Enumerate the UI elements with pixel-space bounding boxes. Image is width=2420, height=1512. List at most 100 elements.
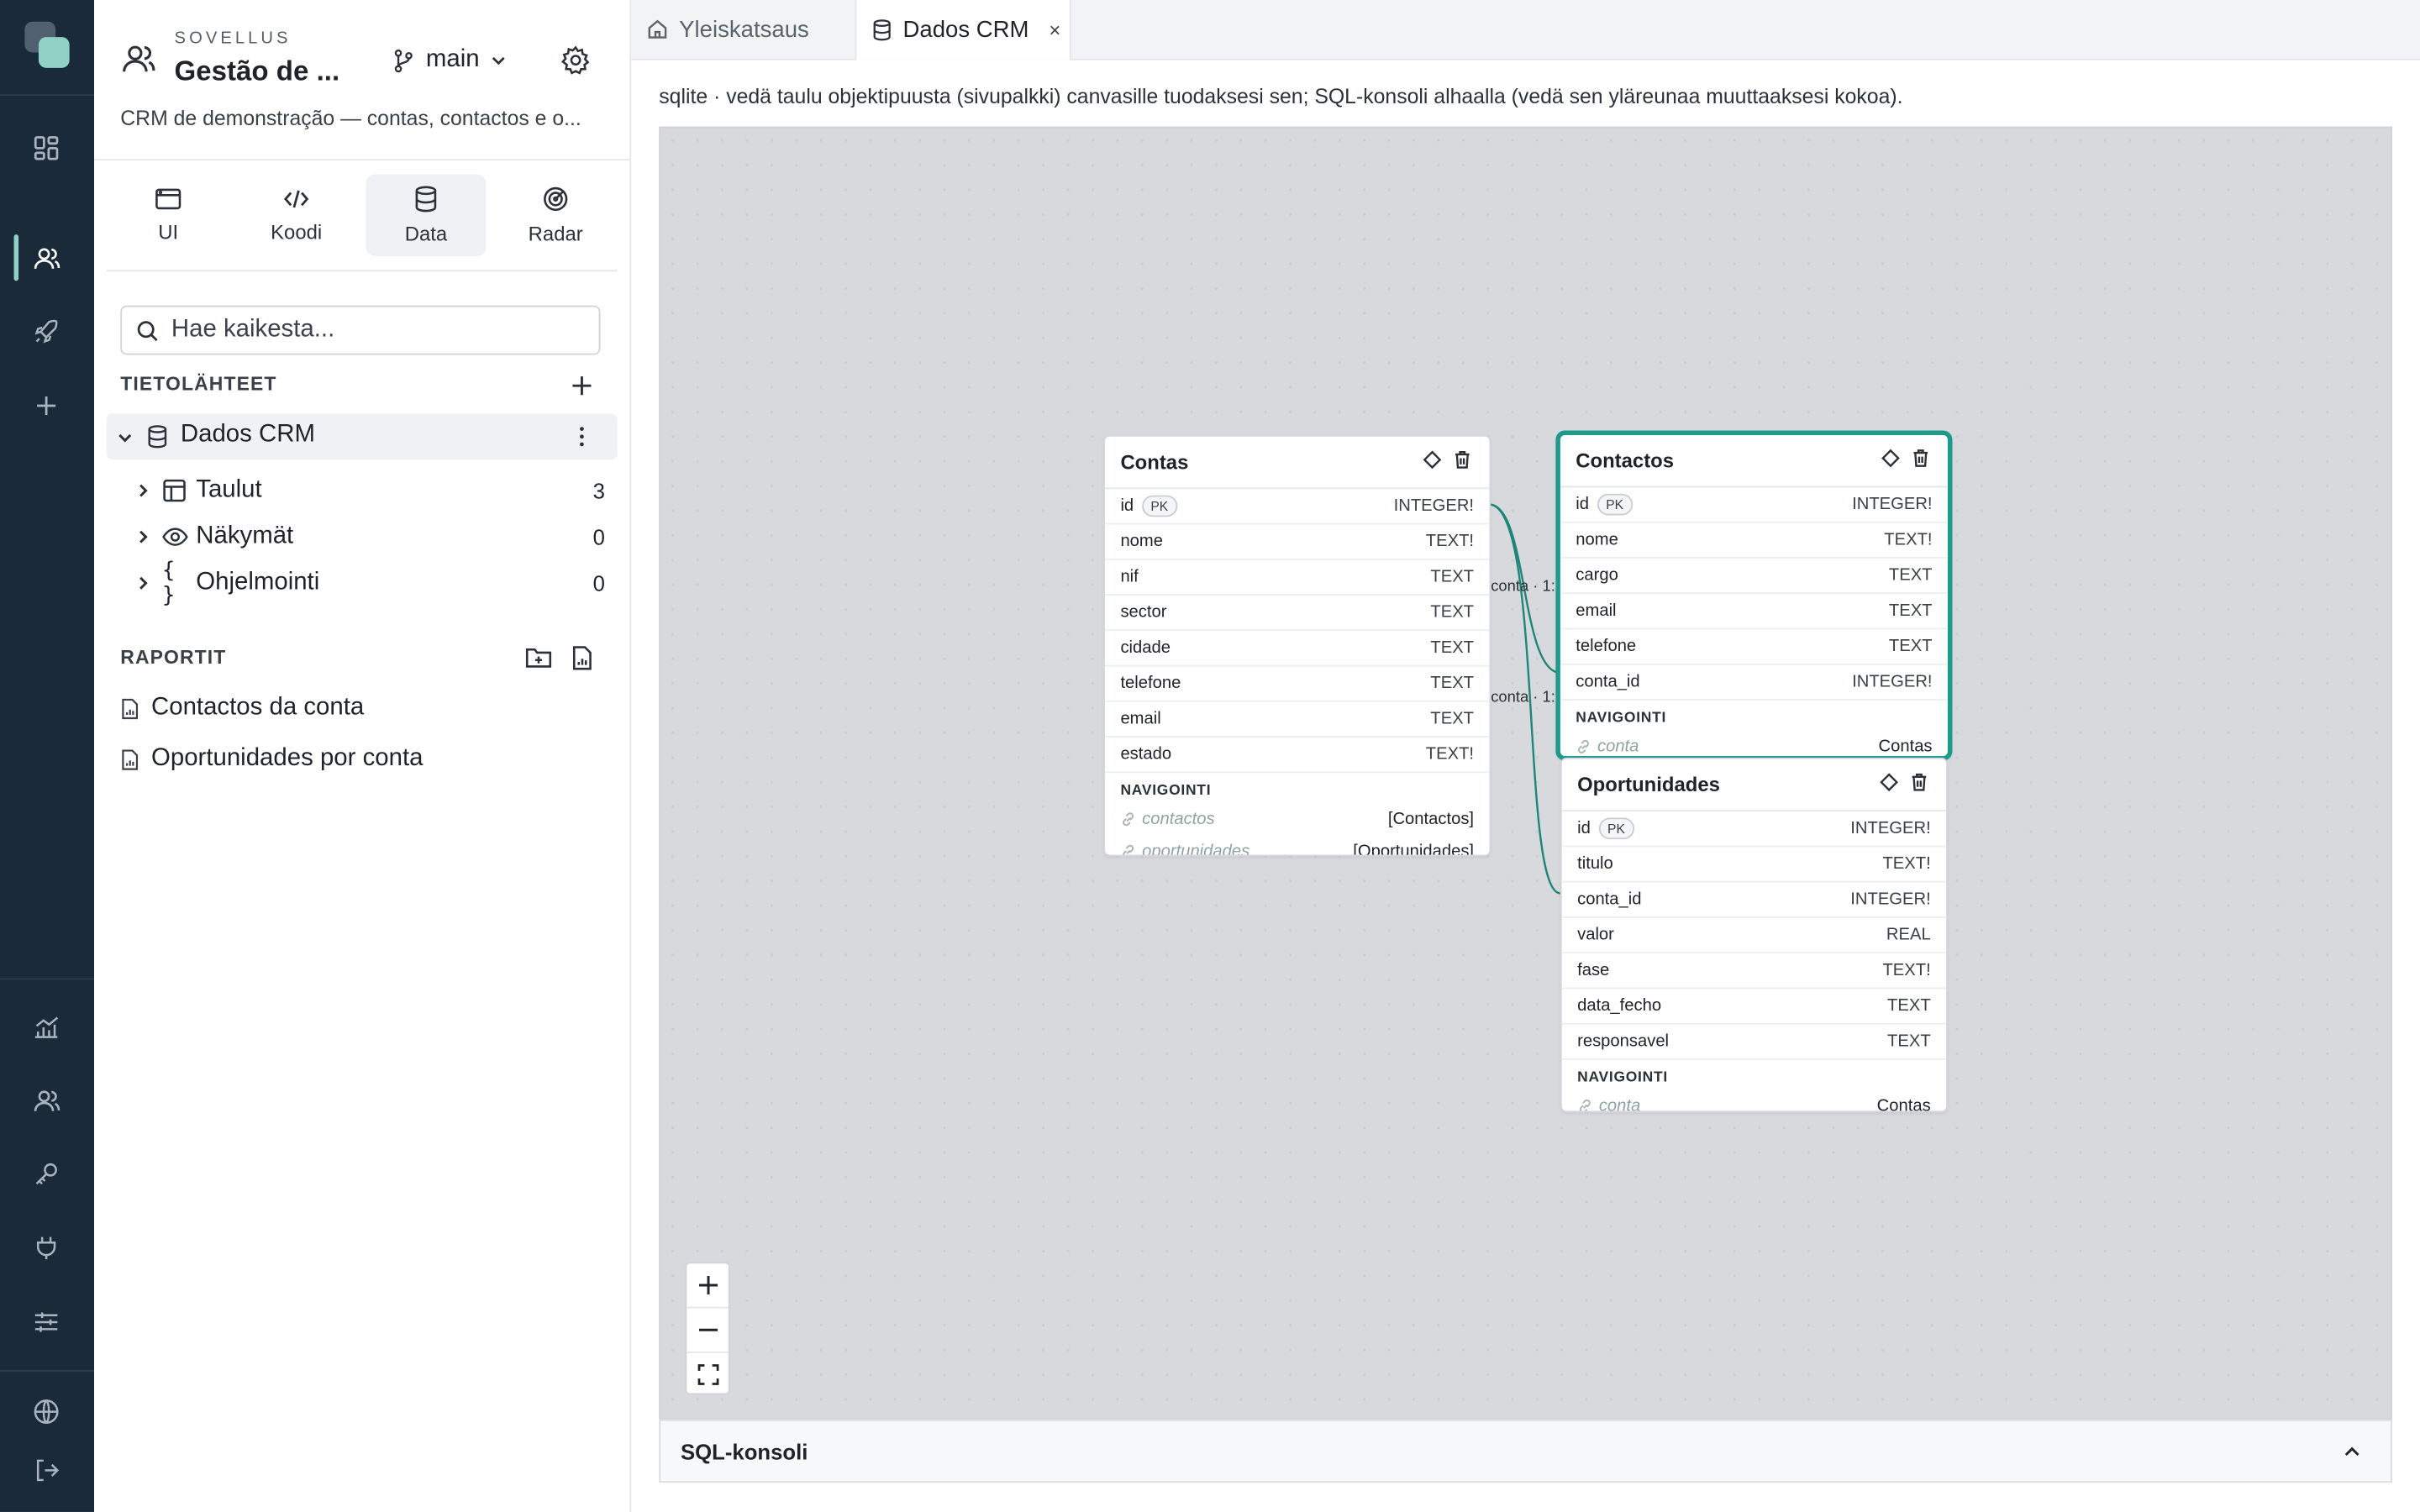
- sql-console-label: SQL-konsoli: [680, 1438, 808, 1464]
- column-row[interactable]: cidade TEXT: [1105, 631, 1490, 667]
- column-type: TEXT!: [1882, 854, 1931, 874]
- navigation-row[interactable]: oportunidades [Oportunidades]: [1105, 835, 1489, 857]
- column-row[interactable]: telefone TEXT: [1560, 629, 1948, 665]
- navigation-heading: NAVIGOINTI: [1120, 782, 1212, 800]
- column-type: TEXT: [1430, 674, 1475, 693]
- zoom-controls: [685, 1262, 730, 1396]
- column-type: INTEGER!: [1852, 672, 1933, 691]
- navigation-name: conta: [1597, 737, 1639, 756]
- column-name: telefone: [1120, 674, 1181, 693]
- navigation-target: [Oportunidades]: [1353, 841, 1475, 857]
- column-row[interactable]: estado TEXT!: [1105, 738, 1490, 774]
- column-row[interactable]: cargo TEXT: [1560, 559, 1948, 595]
- column-type: TEXT: [1887, 1032, 1931, 1051]
- column-name: cidade: [1120, 638, 1171, 658]
- column-type: INTEGER!: [1850, 819, 1931, 838]
- column-name: email: [1120, 709, 1161, 728]
- navigation-target: Contas: [1876, 1095, 1931, 1113]
- column-type: TEXT: [1888, 601, 1933, 621]
- link-icon: [1120, 843, 1135, 855]
- navigation-row[interactable]: conta Contas: [1560, 730, 1948, 756]
- zoom-out-button[interactable]: [687, 1309, 729, 1353]
- trash-icon[interactable]: [1912, 449, 1929, 467]
- link-icon: [1577, 1098, 1592, 1111]
- table-card-oportunidades[interactable]: Oportunidades id PK INTEGER! titulo TEXT! c…: [1560, 757, 1948, 1113]
- column-type: TEXT!: [1425, 745, 1475, 764]
- navigation-name: contactos: [1142, 809, 1215, 828]
- column-name: id: [1577, 819, 1591, 838]
- fullscreen-icon: [697, 1364, 718, 1386]
- navigation-name: conta: [1598, 1095, 1641, 1113]
- column-row[interactable]: id PK INTEGER!: [1560, 487, 1948, 523]
- column-row[interactable]: id PK INTEGER!: [1561, 811, 1947, 848]
- locate-icon[interactable]: [1423, 450, 1442, 470]
- navigation-heading: NAVIGOINTI: [1577, 1068, 1668, 1087]
- column-type: TEXT: [1888, 566, 1933, 585]
- column-name: nome: [1120, 532, 1164, 551]
- table-card-title: Contas: [1120, 450, 1189, 474]
- column-name: conta_id: [1576, 672, 1640, 691]
- link-icon: [1576, 738, 1591, 753]
- column-name: email: [1576, 601, 1617, 621]
- column-row[interactable]: nome TEXT!: [1560, 523, 1948, 559]
- table-card-contas[interactable]: Contas id PK INTEGER! nome TEXT! nif TEXT se…: [1103, 434, 1491, 857]
- navigation-name: oportunidades: [1142, 841, 1250, 857]
- column-name: data_fecho: [1577, 996, 1662, 1016]
- table-card-header[interactable]: Oportunidades: [1561, 759, 1947, 812]
- zoom-in-button[interactable]: [687, 1263, 729, 1309]
- column-row[interactable]: email TEXT: [1560, 594, 1948, 630]
- column-row[interactable]: conta_id INTEGER!: [1560, 665, 1948, 701]
- column-row[interactable]: nome TEXT!: [1105, 524, 1490, 560]
- column-name: cargo: [1576, 566, 1618, 585]
- table-card-title: Oportunidades: [1577, 773, 1720, 796]
- sql-console-bar[interactable]: SQL-konsoli: [659, 1419, 2392, 1483]
- column-name: nif: [1120, 567, 1139, 586]
- column-name: telefone: [1576, 637, 1637, 656]
- column-row[interactable]: titulo TEXT!: [1561, 847, 1947, 883]
- column-name: nome: [1576, 530, 1618, 549]
- column-name: id: [1120, 496, 1134, 516]
- column-row[interactable]: sector TEXT: [1105, 596, 1490, 632]
- minus-icon: [697, 1319, 718, 1341]
- column-row[interactable]: nif TEXT: [1105, 560, 1490, 596]
- column-row[interactable]: fase TEXT!: [1561, 953, 1947, 990]
- navigation-row[interactable]: contactos [Contactos]: [1105, 802, 1489, 835]
- column-row[interactable]: conta_id INTEGER!: [1561, 883, 1947, 918]
- column-type: TEXT!: [1882, 961, 1931, 980]
- table-card-contactos[interactable]: Contactos id PK INTEGER! nome TEXT! cargo TE…: [1555, 430, 1953, 761]
- column-row[interactable]: valor REAL: [1561, 918, 1947, 954]
- column-row[interactable]: id PK INTEGER!: [1105, 489, 1490, 525]
- plus-icon: [697, 1274, 718, 1296]
- column-name: conta_id: [1577, 890, 1642, 909]
- column-name: fase: [1577, 961, 1610, 980]
- column-row[interactable]: email TEXT: [1105, 702, 1490, 738]
- navigation-row[interactable]: conta Contas: [1562, 1089, 1946, 1113]
- locate-icon[interactable]: [1880, 773, 1898, 792]
- column-type: INTEGER!: [1852, 495, 1933, 514]
- locate-icon[interactable]: [1881, 449, 1900, 468]
- column-name: id: [1576, 495, 1589, 514]
- column-row[interactable]: telefone TEXT: [1105, 666, 1490, 702]
- column-name: responsavel: [1577, 1032, 1670, 1051]
- column-type: TEXT: [1888, 637, 1933, 656]
- column-type: TEXT: [1430, 709, 1475, 728]
- pk-badge: PK: [1598, 817, 1634, 840]
- fit-view-button[interactable]: [687, 1353, 729, 1396]
- trash-icon[interactable]: [1454, 450, 1470, 469]
- column-name: valor: [1577, 926, 1614, 945]
- column-row[interactable]: responsavel TEXT: [1561, 1025, 1947, 1060]
- link-icon: [1120, 811, 1135, 826]
- table-card-header[interactable]: Contas: [1105, 437, 1490, 490]
- column-type: TEXT!: [1425, 532, 1475, 551]
- chevron-up-icon[interactable]: [2341, 1441, 2363, 1462]
- column-type: TEXT: [1430, 603, 1475, 622]
- column-name: titulo: [1577, 854, 1613, 874]
- trash-icon[interactable]: [1911, 773, 1928, 791]
- navigation-target: Contas: [1878, 737, 1933, 756]
- column-row[interactable]: data_fecho TEXT: [1561, 989, 1947, 1025]
- column-type: TEXT: [1430, 567, 1475, 586]
- column-type: TEXT: [1887, 996, 1931, 1016]
- column-type: TEXT!: [1884, 530, 1933, 549]
- column-name: estado: [1120, 745, 1172, 764]
- table-card-header[interactable]: Contactos: [1560, 435, 1948, 488]
